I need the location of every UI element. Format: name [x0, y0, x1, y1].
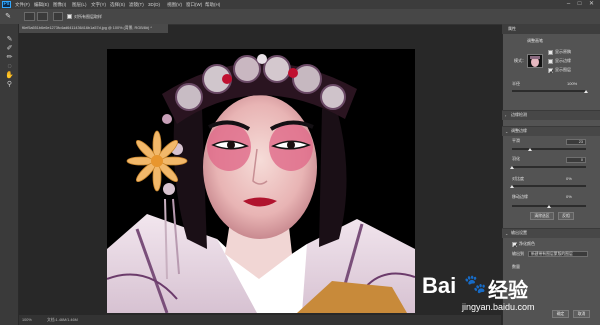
contrast-slider-thumb[interactable]: [510, 185, 514, 188]
menu-item[interactable]: 窗口(W): [186, 1, 202, 8]
document-tab-title: f6ef5a551b6e6e1273fc4ad6411436416b1a57d.…: [22, 26, 152, 30]
menu-item[interactable]: 文件(F): [15, 1, 30, 8]
show-layer-label: 显示图层: [555, 67, 571, 72]
view-mode-label: 模式：: [514, 58, 526, 63]
menu-item[interactable]: 图层(L): [72, 1, 87, 8]
chevron-down-icon: ⌄: [505, 129, 509, 134]
lasso-tool-icon[interactable]: ◌: [5, 63, 14, 71]
contrast-label: 对比度: [512, 176, 524, 181]
quick-select-tool-icon[interactable]: ✎: [5, 36, 14, 44]
edge-detect-section[interactable]: › 边缘检测: [502, 110, 600, 120]
close-window-button[interactable]: ✕: [587, 0, 596, 9]
properties-panel-tab-bar: 属性: [502, 24, 600, 34]
menu-item[interactable]: 编辑(E): [34, 1, 49, 8]
checkmark-icon: [549, 69, 554, 74]
checkmark-icon: [513, 243, 518, 248]
smooth-slider[interactable]: [512, 148, 586, 150]
adjust-edge-header: 调整边缘: [511, 128, 527, 133]
opera-portrait-image[interactable]: [107, 49, 415, 313]
feather-label: 羽化: [512, 156, 520, 161]
radius-value: 100%: [567, 81, 578, 86]
output-to-label: 输出到: [512, 251, 524, 256]
menu-item[interactable]: 文字(Y): [91, 1, 106, 8]
brush-subtract-mode-button[interactable]: [37, 12, 48, 21]
feather-value[interactable]: 0: [566, 157, 586, 163]
clear-selection-button[interactable]: 清除选区: [530, 212, 554, 220]
menu-item[interactable]: 视图(V): [167, 1, 182, 8]
erase-refinements-tool-icon[interactable]: ✏: [5, 54, 14, 62]
maximize-button[interactable]: □: [575, 0, 584, 9]
smooth-slider-thumb[interactable]: [528, 148, 532, 151]
smooth-label: 平滑: [512, 138, 520, 143]
output-to-select[interactable]: 新建带有图层蒙版的图层: [528, 251, 588, 257]
zoom-level: 100%: [22, 318, 32, 322]
contrast-slider[interactable]: [512, 185, 586, 187]
panel-title: 调整画笔: [527, 38, 543, 43]
photoshop-logo: Ps: [2, 1, 11, 8]
paw-icon: 🐾: [464, 274, 487, 294]
feather-slider-thumb[interactable]: [510, 166, 514, 169]
show-original-checkbox[interactable]: [548, 50, 553, 55]
shift-edge-value: 0%: [566, 194, 572, 199]
view-mode-thumbnail[interactable]: [527, 54, 543, 68]
decontaminate-colors-checkbox[interactable]: [512, 242, 518, 248]
refine-radius-tool-icon[interactable]: ✐: [5, 45, 14, 53]
edge-detect-header: 边缘检测: [511, 112, 527, 117]
show-edge-label: 显示边缘: [555, 58, 571, 63]
radius-label: 半径: [512, 81, 520, 86]
menu-item[interactable]: 帮助(H): [205, 1, 220, 8]
menu-item[interactable]: 选择(S): [110, 1, 125, 8]
invert-button[interactable]: 反相: [558, 212, 574, 220]
sample-all-layers-label: 对所有图层取样: [74, 14, 102, 19]
hand-tool-icon[interactable]: ✋: [5, 72, 14, 80]
zoom-tool-icon[interactable]: ⚲: [5, 81, 14, 89]
show-layer-checkbox[interactable]: [548, 68, 554, 74]
show-original-label: 显示原稿: [555, 49, 571, 54]
portrait-illustration: [107, 49, 415, 313]
radius-slider[interactable]: [512, 90, 586, 92]
output-settings-header: 输出设置: [511, 230, 527, 235]
view-mode-thumbnail-image: [528, 55, 542, 67]
chevron-down-icon: ⌄: [505, 231, 509, 236]
smooth-value[interactable]: 23: [566, 139, 586, 145]
document-size: 文档:1.46M/1.46M: [47, 318, 78, 322]
amount-label: 数量: [512, 264, 520, 269]
watermark-url: jingyan.baidu.com: [462, 302, 535, 312]
adjust-edge-section[interactable]: ⌄ 调整边缘: [502, 126, 600, 136]
document-tab[interactable]: f6ef5a551b6e6e1273fc4ad6411436416b1a57d.…: [19, 24, 168, 33]
minimize-button[interactable]: –: [564, 0, 573, 9]
sample-all-layers-checkbox[interactable]: [67, 14, 72, 19]
brush-tool-icon[interactable]: ✎: [3, 12, 13, 21]
chevron-right-icon: ›: [505, 113, 507, 118]
menu-item[interactable]: 滤镜(T): [129, 1, 144, 8]
brush-add-mode-button[interactable]: [24, 12, 35, 21]
output-settings-section[interactable]: ⌄ 输出设置: [502, 228, 600, 238]
radius-slider-thumb[interactable]: [584, 90, 588, 93]
feather-slider[interactable]: [512, 166, 586, 168]
show-edge-checkbox[interactable]: [548, 59, 553, 64]
shift-edge-label: 移动边缘: [512, 194, 528, 199]
contrast-value: 0%: [566, 176, 572, 181]
menu-item[interactable]: 图像(I): [53, 1, 66, 8]
menu-item[interactable]: 3D(D): [148, 1, 160, 8]
menu-bar: [0, 0, 600, 9]
watermark-brand-b: 经验: [488, 280, 528, 302]
decontaminate-colors-label: 净化颜色: [519, 241, 535, 246]
shift-edge-slider-thumb[interactable]: [547, 205, 551, 208]
properties-tab[interactable]: 属性: [508, 26, 516, 32]
baidu-jingyan-watermark: Bai 🐾 经验 jingyan.baidu.com: [422, 271, 582, 323]
brush-size-picker[interactable]: [53, 12, 63, 21]
watermark-brand-a: Bai: [422, 273, 457, 298]
